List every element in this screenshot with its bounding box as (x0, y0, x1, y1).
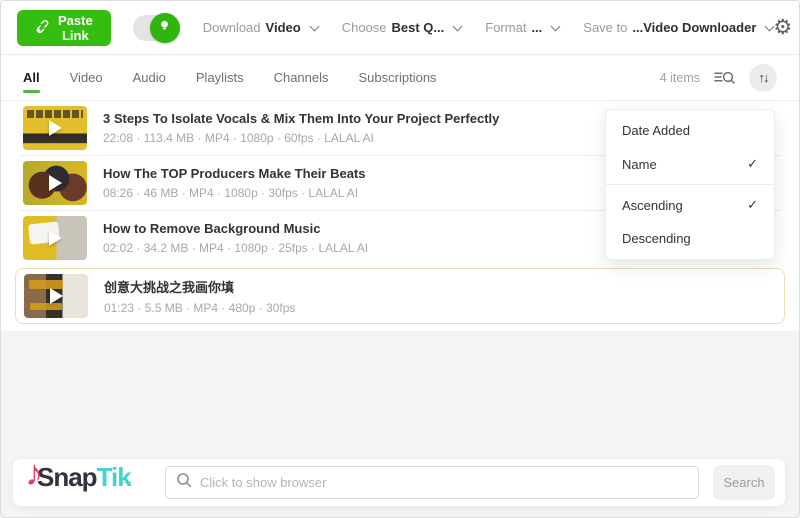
video-thumbnail (23, 106, 87, 150)
menu-item-label: Ascending (622, 197, 683, 213)
menu-item-label: Date Added (622, 123, 690, 138)
search-icon (176, 472, 192, 493)
chevron-down-icon (309, 21, 320, 31)
browser-search-field[interactable] (165, 466, 699, 499)
tab-subscriptions[interactable]: Subscriptions (359, 56, 437, 99)
video-title: 3 Steps To Isolate Vocals & Mix Them Int… (103, 111, 500, 126)
tab-channels[interactable]: Channels (274, 56, 329, 99)
gear-icon[interactable]: ⚙ (773, 17, 792, 38)
smart-mode-toggle[interactable] (132, 12, 180, 43)
browser-bar: ← → Search (13, 459, 785, 506)
arrow-down-icon: ↓ (763, 70, 769, 85)
video-meta: 01:23 · 5.5 MB · MP4 · 480p · 30fps (104, 301, 296, 315)
tab-all[interactable]: All (23, 56, 40, 99)
menu-item-date-added[interactable]: Date Added (606, 114, 774, 147)
checkmark-icon: ✓ (747, 197, 758, 212)
forward-arrow-icon[interactable]: → (119, 472, 135, 490)
tab-bar-right: 4 items ↑ ↓ (659, 63, 777, 92)
video-info: 3 Steps To Isolate Vocals & Mix Them Int… (103, 111, 499, 145)
back-arrow-icon[interactable]: ← (65, 472, 81, 490)
download-value: Video (265, 20, 301, 35)
video-title: 创意大挑战之我画你填 (104, 280, 235, 295)
video-info: How to Remove Background Music 02:02 · 3… (103, 221, 368, 255)
video-thumbnail (24, 274, 88, 318)
chevron-down-icon (550, 21, 561, 31)
tab-video[interactable]: Video (70, 56, 103, 99)
menu-item-label: Descending (622, 231, 691, 246)
video-meta: 02:02 · 34.2 MB · MP4 · 1080p · 25fps · … (103, 241, 369, 255)
menu-item-descending[interactable]: Descending (606, 222, 774, 255)
paste-link-label: Paste Link (58, 12, 93, 43)
toggle-knob (149, 12, 180, 43)
chevron-down-icon (452, 21, 463, 31)
video-meta: 08:26 · 46 MB · MP4 · 1080p · 30fps · LA… (103, 186, 359, 200)
search-input[interactable] (200, 475, 688, 490)
video-info: How The TOP Producers Make Their Beats 0… (103, 166, 366, 200)
video-thumbnail (23, 161, 87, 205)
video-title: How The TOP Producers Make Their Beats (103, 166, 366, 181)
tab-bar: All Video Audio Playlists Channels Subsc… (1, 55, 799, 101)
search-list-icon[interactable] (714, 70, 735, 86)
menu-item-ascending[interactable]: Ascending ✓ (606, 188, 774, 222)
search-button[interactable]: Search (713, 465, 775, 500)
link-icon (35, 19, 50, 37)
sort-button[interactable]: ↑ ↓ (749, 63, 777, 92)
download-type-dropdown[interactable]: Download Video (202, 20, 320, 35)
checkmark-icon: ✓ (747, 156, 758, 171)
items-count: 4 items (659, 70, 700, 85)
menu-item-name[interactable]: Name ✓ (606, 147, 774, 181)
quality-dropdown[interactable]: Choose Best Q... (341, 20, 463, 35)
video-meta: 22:08 · 113.4 MB · MP4 · 1080p · 60fps ·… (103, 131, 374, 145)
format-value: ... (531, 20, 543, 35)
save-to-value: ...Video Downloader (632, 20, 757, 35)
video-info: 创意大挑战之我画你填 01:23 · 5.5 MB · MP4 · 480p ·… (104, 277, 295, 315)
sort-menu: Date Added Name ✓ Ascending ✓ Descending (605, 109, 775, 260)
choose-value: Best Q... (391, 20, 445, 35)
video-row-selected[interactable]: 创意大挑战之我画你填 01:23 · 5.5 MB · MP4 · 480p ·… (15, 268, 785, 324)
video-title: How to Remove Background Music (103, 221, 321, 236)
save-to-dropdown[interactable]: Save to ...Video Downloader (583, 20, 775, 35)
download-label: Download (202, 20, 261, 35)
format-dropdown[interactable]: Format ... (485, 20, 561, 35)
menu-item-label: Name (622, 156, 657, 172)
toolbar: Paste Link Download Video Choose Best Q.… (1, 1, 799, 55)
app-window: Paste Link Download Video Choose Best Q.… (0, 0, 800, 518)
save-to-label: Save to (583, 20, 628, 35)
lightbulb-icon (158, 19, 171, 37)
tab-playlists[interactable]: Playlists (196, 56, 244, 99)
tab-audio[interactable]: Audio (133, 56, 166, 99)
choose-label: Choose (341, 20, 387, 35)
menu-separator (606, 184, 774, 185)
format-label: Format (485, 20, 527, 35)
paste-link-button[interactable]: Paste Link (17, 9, 111, 46)
video-thumbnail (23, 216, 87, 260)
